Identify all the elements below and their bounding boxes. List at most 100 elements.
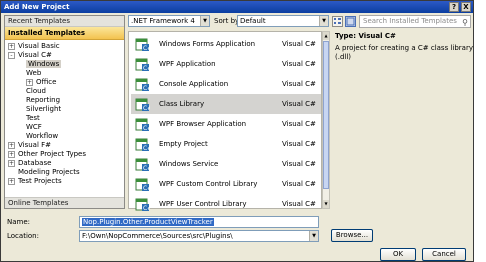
svg-text:C#: C# <box>143 65 150 72</box>
tree-node[interactable]: Reporting <box>26 96 60 105</box>
template-language: Visual C# <box>282 100 316 108</box>
template-language: Visual C# <box>282 60 316 68</box>
scroll-down-icon[interactable]: ▼ <box>323 200 329 208</box>
csharp-project-icon: C# <box>135 158 150 172</box>
name-label: Name: <box>7 218 31 226</box>
scrollbar-thumb[interactable] <box>323 41 329 189</box>
template-item[interactable]: C# Console Application Visual C# <box>131 74 321 94</box>
template-language: Visual C# <box>282 160 316 168</box>
tree-node[interactable]: + Test Projects <box>8 177 62 186</box>
title-bar: Add New Project ? X <box>1 1 473 13</box>
tree-node-label: Test Projects <box>18 177 62 185</box>
template-name: WPF Browser Application <box>159 120 247 128</box>
tree-node-label: Test <box>26 114 40 122</box>
tree-node[interactable]: + Visual F# <box>8 141 51 150</box>
tree-node[interactable]: + Database <box>8 159 51 168</box>
template-name: Console Application <box>159 80 229 88</box>
collapse-icon[interactable]: - <box>8 52 15 59</box>
template-name: WPF User Control Library <box>159 200 247 208</box>
framework-select[interactable]: .NET Framework 4 ▼ <box>128 15 210 27</box>
tree-node-label: Visual F# <box>18 141 52 149</box>
template-item[interactable]: C# Windows Forms Application Visual C# <box>131 34 321 54</box>
chevron-down-icon: ▼ <box>319 16 328 26</box>
name-row: Name: Nop.Plugin.Other.ProductViewTracke… <box>4 216 474 228</box>
tree-node[interactable]: Windows <box>26 60 62 69</box>
type-label: Type: <box>335 32 357 40</box>
tree-node[interactable]: Test <box>26 114 40 123</box>
dialog-title: Add New Project <box>4 3 70 11</box>
expand-icon[interactable]: + <box>26 79 33 86</box>
templates-toolbar: .NET Framework 4 ▼ Sort by: Default ▼ Se… <box>128 15 473 29</box>
tree-node-label: Web <box>26 69 42 77</box>
template-item[interactable]: C# WPF User Control Library Visual C# <box>131 194 321 214</box>
installed-templates-header[interactable]: Installed Templates <box>5 27 124 40</box>
template-language: Visual C# <box>282 120 316 128</box>
expand-icon[interactable]: + <box>8 43 15 50</box>
template-language: Visual C# <box>282 200 316 208</box>
csharp-project-icon: C# <box>135 178 150 192</box>
template-name: Windows Forms Application <box>159 40 256 48</box>
expand-icon[interactable]: + <box>8 151 15 158</box>
tree-node[interactable]: + Other Project Types <box>8 150 86 159</box>
tree-node[interactable]: Cloud <box>26 87 46 96</box>
expand-icon[interactable]: + <box>8 160 15 167</box>
details-view-button[interactable] <box>345 16 356 27</box>
sort-select[interactable]: Default ▼ <box>237 15 329 27</box>
tree-node-label: Office <box>36 78 57 86</box>
template-item[interactable]: C# WPF Browser Application Visual C# <box>131 114 321 134</box>
svg-text:C#: C# <box>143 185 150 192</box>
tree-node-label: Cloud <box>26 87 46 95</box>
expand-icon[interactable]: + <box>8 178 15 185</box>
recent-templates-header[interactable]: Recent Templates <box>5 16 124 27</box>
template-item[interactable]: C# Class Library Visual C# <box>131 94 321 114</box>
chevron-down-icon: ▼ <box>200 16 209 26</box>
online-templates-header[interactable]: Online Templates <box>5 197 124 208</box>
tree-node-label: Silverlight <box>26 105 62 113</box>
help-button[interactable]: ? <box>449 2 459 12</box>
csharp-project-icon: C# <box>135 38 150 52</box>
location-row: Location: F:\Own\NopCommerce\Sources\src… <box>4 229 474 242</box>
template-item[interactable]: C# Empty Project Visual C# <box>131 134 321 154</box>
template-categories-pane: Recent Templates Installed Templates + Vi… <box>4 15 125 209</box>
ok-button[interactable]: OK <box>380 248 416 261</box>
csharp-project-icon: C# <box>135 138 150 152</box>
tree-node[interactable]: Workflow <box>26 132 58 141</box>
tree-node[interactable]: Modeling Projects <box>8 168 80 177</box>
template-language: Visual C# <box>282 180 316 188</box>
location-field[interactable]: F:\Own\NopCommerce\Sources\src\Plugins\ … <box>79 230 319 242</box>
location-label: Location: <box>7 232 39 240</box>
scroll-up-icon[interactable]: ▲ <box>323 32 329 40</box>
tree-node[interactable]: + Office <box>26 78 56 87</box>
list-view-button[interactable] <box>332 16 343 27</box>
template-list: C# Windows Forms Application Visual C# C# WP… <box>128 31 322 212</box>
tree-node[interactable]: Web <box>26 69 41 78</box>
tree-node-label: Visual Basic <box>18 42 60 50</box>
template-info-panel: Type: Visual C# A project for creating a… <box>335 32 473 132</box>
add-new-project-dialog: Add New Project ? X Recent Templates Ins… <box>0 0 474 262</box>
tree-node-label: Visual C# <box>18 51 52 59</box>
template-item[interactable]: C# Windows Service Visual C# <box>131 154 321 174</box>
close-icon: X <box>463 3 469 11</box>
browse-button[interactable]: Browse... <box>331 229 373 242</box>
template-item[interactable]: C# WPF Application Visual C# <box>131 54 321 74</box>
csharp-project-icon: C# <box>135 78 150 92</box>
tree-node[interactable]: Silverlight <box>26 105 61 114</box>
template-list-scrollbar[interactable]: ▲ ▼ <box>322 31 330 209</box>
tree-node-label: Windows <box>26 60 62 68</box>
svg-text:C#: C# <box>143 145 150 152</box>
cancel-button[interactable]: Cancel <box>422 248 466 261</box>
tree-node[interactable]: - Visual C# <box>8 51 52 60</box>
template-name: Windows Service <box>159 160 219 168</box>
template-description: A project for creating a C# class librar… <box>335 44 473 61</box>
tree-node[interactable]: WCF <box>26 123 42 132</box>
csharp-project-icon: C# <box>135 118 150 132</box>
chevron-down-icon[interactable]: ▼ <box>309 231 318 241</box>
template-item[interactable]: C# WPF Custom Control Library Visual C# <box>131 174 321 194</box>
close-button[interactable]: X <box>461 2 471 12</box>
svg-text:C#: C# <box>143 205 150 212</box>
expand-icon[interactable]: + <box>8 142 15 149</box>
tree-node[interactable]: + Visual Basic <box>8 42 60 51</box>
svg-text:C#: C# <box>143 125 150 132</box>
project-name-field[interactable]: Nop.Plugin.Other.ProductViewTracker <box>79 216 319 228</box>
search-installed-templates-input[interactable]: Search Installed Templates ⚲ <box>359 15 471 28</box>
